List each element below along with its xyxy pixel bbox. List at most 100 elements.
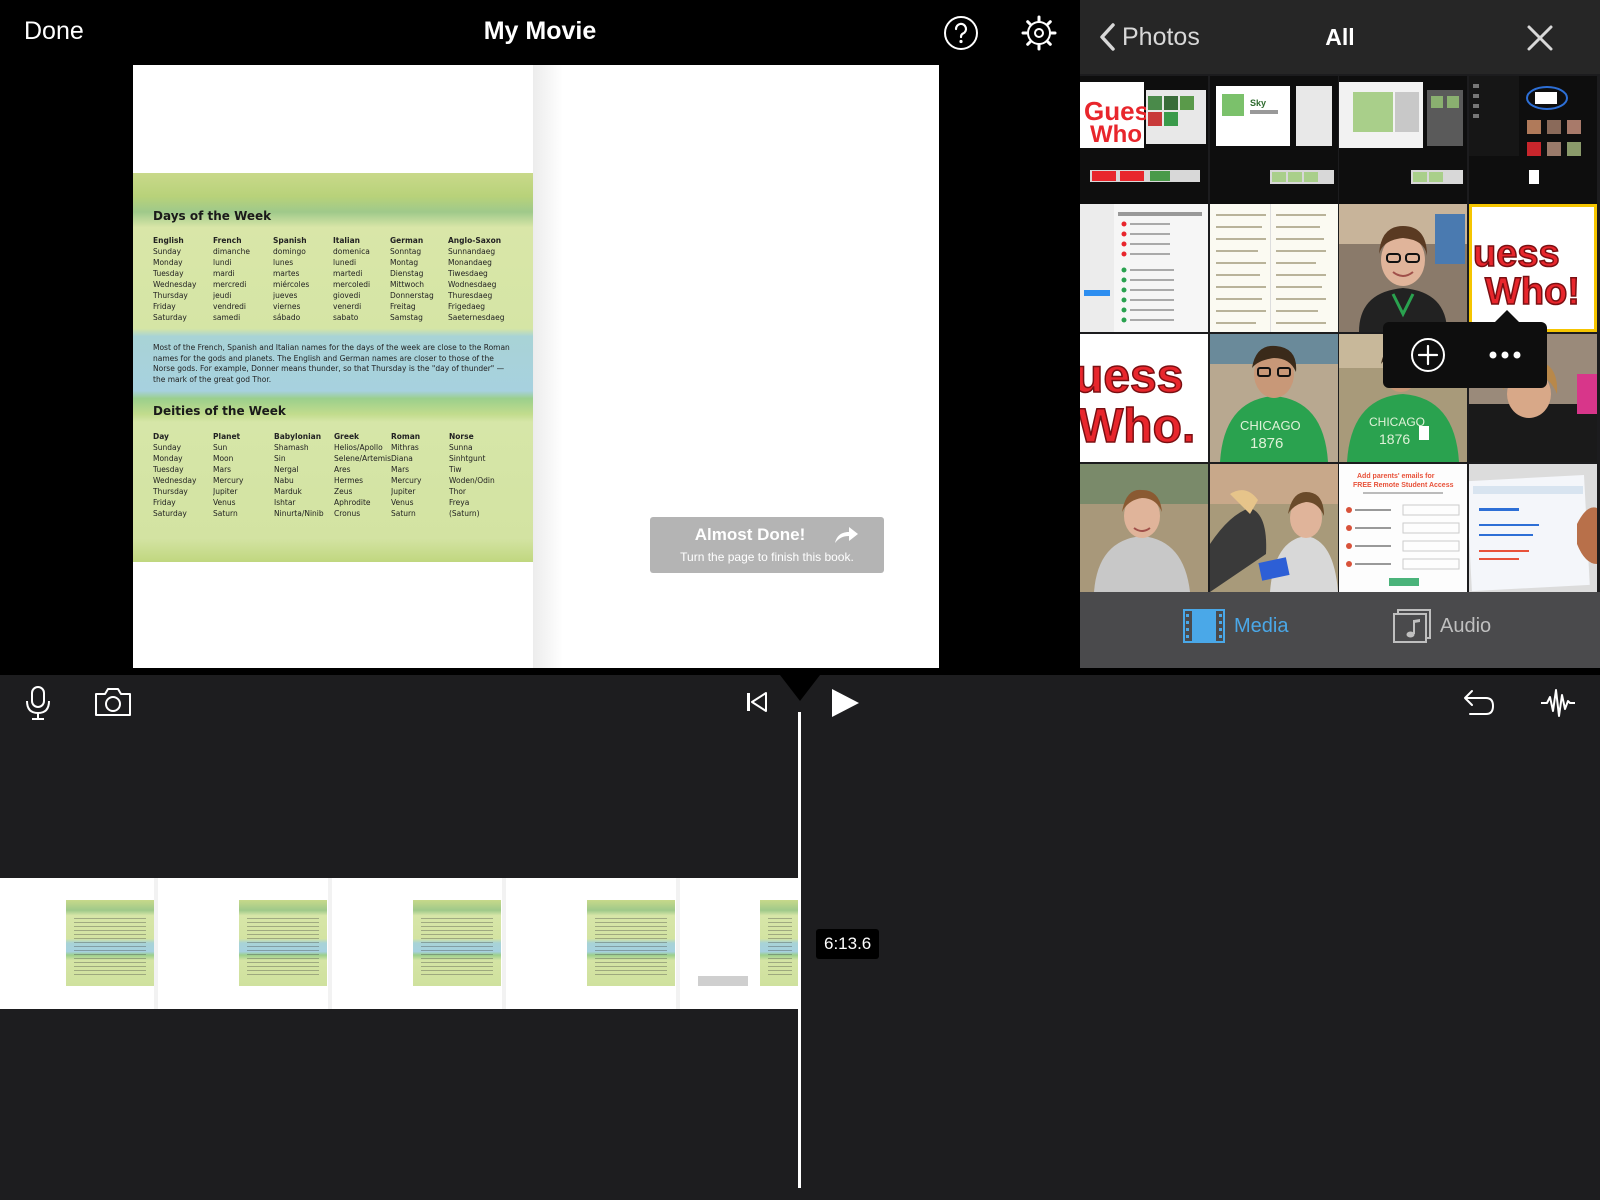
tab-audio[interactable]: Audio <box>1392 608 1491 644</box>
book-paragraph: Most of the French, Spanish and Italian … <box>153 343 510 384</box>
media-thumbnail[interactable]: uess Who. <box>1080 334 1208 462</box>
table-row: Wednesday mercredi miércoles mercoledi Mittw… <box>153 279 523 290</box>
table-cell: martedi <box>333 269 363 278</box>
ellipsis-icon[interactable] <box>1485 336 1525 374</box>
clip-frame-divider <box>502 878 506 1009</box>
browser-tabs: Media Audio <box>1080 592 1600 668</box>
almost-done-subtitle: Turn the page to finish this book. <box>680 550 854 564</box>
svg-text:Who.: Who. <box>1080 400 1195 453</box>
playhead-time: 6:13.6 <box>816 929 880 959</box>
play-icon[interactable] <box>828 687 862 719</box>
media-thumbnail[interactable]: Gues Who <box>1080 76 1208 204</box>
table-cell: Nabu <box>274 476 294 485</box>
svg-text:CHICAGO: CHICAGO <box>1369 415 1425 429</box>
svg-text:Who!: Who! <box>1485 271 1580 313</box>
microphone-icon[interactable] <box>24 685 52 721</box>
table-cell: dimanche <box>213 247 250 256</box>
table-cell: Saturn <box>391 509 416 518</box>
media-action-popover <box>1383 322 1547 388</box>
plus-circle-icon[interactable] <box>1409 336 1447 374</box>
media-thumbnail[interactable]: Sky <box>1210 76 1338 204</box>
table-row: Thursday Jupiter Marduk Zeus Jupiter Thor <box>153 486 523 497</box>
table-cell: Marduk <box>274 487 302 496</box>
table-cell: Jupiter <box>391 487 416 496</box>
svg-text:Sky: Sky <box>1250 98 1266 108</box>
media-thumbnail[interactable]: Add parents' emails for FREE Remote Stud… <box>1339 464 1467 592</box>
table-row: Monday Moon Sin Selene/Artemis Diana Sinhtgun… <box>153 453 523 464</box>
table-cell: Hermes <box>334 476 364 485</box>
skip-to-start-icon[interactable] <box>745 690 769 714</box>
table-cell: Sin <box>274 454 286 463</box>
table-cell: Mars <box>213 465 232 474</box>
table-cell: mardi <box>213 269 235 278</box>
media-thumbnail[interactable]: CHICAGO 1876 <box>1210 334 1338 462</box>
imovie-editor: Done My Movie Days of the Week English F… <box>0 0 1600 1200</box>
table-cell: Helios/Apollo <box>334 443 383 452</box>
audio-waveform-icon[interactable] <box>1540 687 1576 719</box>
media-thumbnail[interactable] <box>1469 76 1597 204</box>
preview-viewer[interactable]: Days of the Week English French Spanish Ita… <box>133 65 939 668</box>
tab-audio-label: Audio <box>1440 614 1492 637</box>
table-cell: Mercury <box>391 476 422 485</box>
table-cell: Wednesday <box>153 280 197 289</box>
table-cell: giovedi <box>333 291 361 300</box>
table-cell: Sunday <box>153 247 182 256</box>
undo-icon[interactable] <box>1462 688 1496 718</box>
book-table-panel: Days of the Week English French Spanish Ita… <box>133 173 537 562</box>
tab-media-label: Media <box>1234 614 1289 637</box>
table-cell: Wednesday <box>153 476 197 485</box>
table-cell: Saturday <box>153 313 187 322</box>
table-cell: martes <box>273 269 300 278</box>
table-cell: (Saturn) <box>449 509 480 518</box>
table-header-cell: French <box>213 236 242 245</box>
svg-text:uess: uess <box>1473 233 1560 275</box>
media-thumbnail[interactable] <box>1210 464 1338 592</box>
video-clip[interactable] <box>0 878 798 1009</box>
tab-media[interactable]: Media <box>1182 608 1288 644</box>
media-thumbnail[interactable] <box>1339 76 1467 204</box>
table-cell: Jupiter <box>213 487 238 496</box>
gear-icon[interactable] <box>1021 15 1057 51</box>
table-cell: Wodnesdaeg <box>448 280 497 289</box>
table-header-cell: Day <box>153 432 169 441</box>
close-icon[interactable] <box>1526 24 1554 52</box>
media-thumbnail[interactable] <box>1339 204 1467 332</box>
table-cell: Moon <box>213 454 234 463</box>
deities-heading: Deities of the Week <box>153 404 286 418</box>
help-icon[interactable] <box>943 15 979 51</box>
table-cell: Thursday <box>153 291 188 300</box>
table-cell: Woden/Odin <box>449 476 495 485</box>
svg-text:1876: 1876 <box>1250 435 1283 452</box>
table-cell: sábado <box>273 313 301 322</box>
film-strip-icon <box>1183 609 1225 643</box>
table-cell: domenica <box>333 247 370 256</box>
clip-frame <box>587 900 675 986</box>
table-cell: lundi <box>213 258 232 267</box>
clip-frame-divider <box>676 878 680 1009</box>
table-header-row: Day Planet Babylonian Greek Roman Norse <box>153 431 523 442</box>
table-header-row: English French Spanish Italian German Anglo-S… <box>153 235 523 246</box>
table-cell: lunes <box>273 258 294 267</box>
table-cell: Cronus <box>334 509 361 518</box>
table-cell: Montag <box>390 258 419 267</box>
almost-done-overlay[interactable]: Almost Done! Turn the page to finish thi… <box>650 517 884 573</box>
table-cell: Venus <box>213 498 236 507</box>
media-thumbnail[interactable] <box>1080 204 1208 332</box>
media-thumbnail[interactable] <box>1080 464 1208 592</box>
table-cell: lunedi <box>333 258 357 267</box>
table-cell: Tuesday <box>153 465 184 474</box>
table-row: Friday Venus Ishtar Aphrodite Venus Freya <box>153 497 523 508</box>
table-cell: Friday <box>153 498 176 507</box>
media-thumbnail[interactable] <box>1469 464 1597 592</box>
table-cell: Tiw <box>449 465 462 474</box>
table-cell: Thursday <box>153 487 188 496</box>
table-cell: Venus <box>391 498 414 507</box>
media-thumbnail-selected[interactable]: uess Who! <box>1469 204 1597 332</box>
media-thumbnail[interactable] <box>1210 204 1338 332</box>
table-cell: Mithras <box>391 443 419 452</box>
camera-icon[interactable] <box>93 686 133 718</box>
table-cell: Freya <box>449 498 470 507</box>
playhead-notch <box>780 675 820 701</box>
table-cell: Ares <box>334 465 351 474</box>
playhead[interactable] <box>798 712 801 1188</box>
